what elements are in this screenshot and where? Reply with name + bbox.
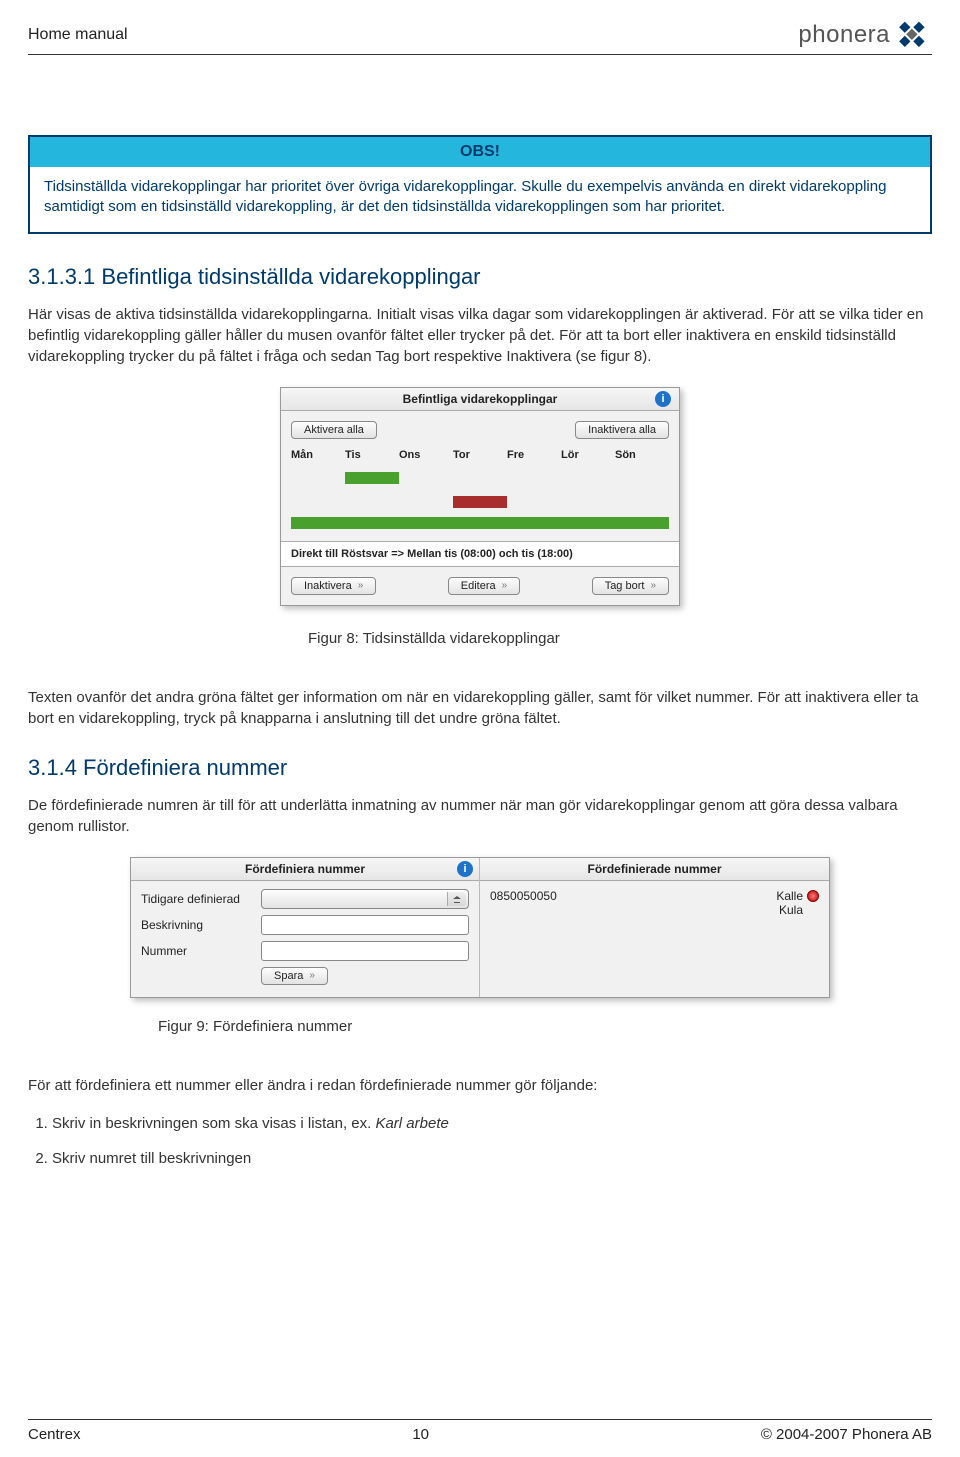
paragraph-3-1-3-1: Här visas de aktiva tidsinställda vidare… [28, 304, 932, 367]
schedule-detail: Direkt till Röstsvar => Mellan tis (08:0… [281, 541, 679, 567]
chevron-right-icon: » [358, 580, 364, 591]
chevron-right-icon: » [650, 580, 656, 591]
deactivate-all-button[interactable]: Inaktivera alla [575, 421, 669, 439]
heading-3-1-4: 3.1.4 Fördefiniera nummer [28, 755, 932, 781]
brand-text: phonera [798, 21, 890, 49]
figure-8-caption: Figur 8: Tidsinställda vidarekopplingar [308, 630, 932, 647]
description-input[interactable] [261, 915, 469, 935]
delete-button[interactable]: Tag bort» [592, 577, 669, 595]
delete-entry-button[interactable] [807, 890, 819, 902]
activate-all-button[interactable]: Aktivera alla [291, 421, 377, 439]
schedule-bar[interactable] [453, 496, 507, 508]
day-header: Mån Tis Ons Tor Fre Lör Sön [281, 445, 679, 463]
step-1: Skriv in beskrivningen som ska visas i l… [52, 1110, 932, 1137]
callout-head: OBS! [30, 137, 930, 167]
save-button[interactable]: Spara» [261, 967, 328, 985]
panel8-title-text: Befintliga vidarekopplingar [403, 392, 558, 406]
footer-left: Centrex [28, 1426, 81, 1443]
info-icon[interactable]: i [457, 861, 473, 877]
panel9-left-title: Fördefiniera nummer i [131, 858, 479, 881]
day-sun: Sön [615, 449, 669, 461]
day-wed: Ons [399, 449, 453, 461]
chevron-right-icon: » [502, 580, 508, 591]
day-mon: Mån [291, 449, 345, 461]
schedule-bar-wide[interactable] [291, 517, 669, 529]
step-2: Skriv numret till beskrivningen [52, 1145, 932, 1172]
edit-button[interactable]: Editera» [448, 577, 520, 595]
figure-9-caption: Figur 9: Fördefiniera nummer [158, 1018, 932, 1035]
day-tue: Tis [345, 449, 399, 461]
paragraph-mid: Texten ovanför det andra gröna fältet ge… [28, 687, 932, 729]
defined-name: Kalle Kula [776, 889, 803, 917]
day-sat: Lör [561, 449, 615, 461]
day-fri: Fre [507, 449, 561, 461]
label-description: Beskrivning [141, 918, 261, 932]
figure-8-panel: Befintliga vidarekopplingar i Aktivera a… [280, 387, 680, 606]
defined-number: 0850050050 [490, 889, 557, 903]
label-previous: Tidigare definierad [141, 892, 261, 906]
panel8-title: Befintliga vidarekopplingar i [281, 388, 679, 411]
footer-page: 10 [412, 1426, 429, 1443]
number-input[interactable] [261, 941, 469, 961]
day-thu: Tor [453, 449, 507, 461]
phonera-icon [896, 20, 932, 50]
paragraph-3-1-4: De fördefinierade numren är till för att… [28, 795, 932, 837]
page-footer: Centrex 10 © 2004-2007 Phonera AB [28, 1419, 932, 1443]
steps-intro: För att fördefiniera ett nummer eller än… [28, 1075, 932, 1096]
footer-right: © 2004-2007 Phonera AB [761, 1426, 932, 1443]
schedule-bar[interactable] [345, 472, 399, 484]
heading-3-1-3-1: 3.1.3.1 Befintliga tidsinställda vidarek… [28, 264, 932, 290]
previous-defined-select[interactable] [261, 889, 469, 909]
inactivate-button[interactable]: Inaktivera» [291, 577, 376, 595]
steps-list: Skriv in beskrivningen som ska visas i l… [52, 1110, 932, 1172]
obs-callout: OBS! Tidsinställda vidarekopplingar har … [28, 135, 932, 234]
figure-9-panel: Fördefiniera nummer i Tidigare definiera… [130, 857, 830, 998]
schedule-grid [281, 469, 679, 541]
label-number: Nummer [141, 944, 261, 958]
chevron-right-icon: » [309, 970, 315, 981]
callout-body: Tidsinställda vidarekopplingar har prior… [30, 167, 930, 232]
page-header: Home manual phonera [28, 20, 932, 55]
header-title: Home manual [28, 26, 128, 44]
info-icon[interactable]: i [655, 391, 671, 407]
brand-logo: phonera [798, 20, 932, 50]
panel9-right-title: Fördefinierade nummer [480, 858, 829, 881]
